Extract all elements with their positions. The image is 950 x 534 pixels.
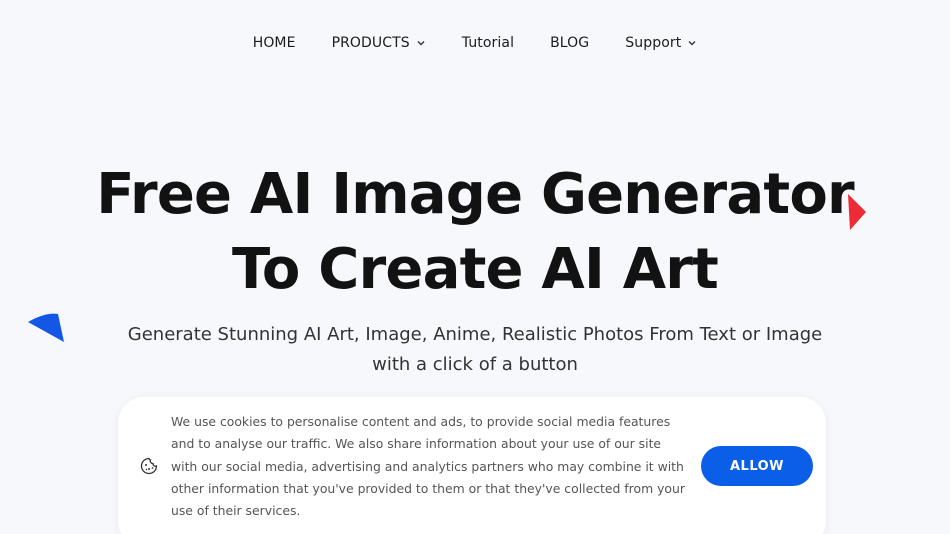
nav-item-label: Support: [625, 35, 682, 51]
nav-item-label: HOME: [252, 35, 296, 51]
chevron-down-icon: [417, 41, 425, 46]
chevron-down-icon: [688, 41, 696, 46]
nav-item-support[interactable]: Support: [625, 35, 697, 51]
cookie-consent-text: We use cookies to personalise content an…: [171, 414, 685, 519]
nav-item-tutorial[interactable]: Tutorial: [462, 35, 514, 51]
nav-item-label: PRODUCTS: [331, 35, 410, 51]
nav-item-home[interactable]: HOME: [253, 35, 296, 51]
cookie-banner: We use cookies to personalise content an…: [118, 397, 826, 534]
page: HOME PRODUCTS Tutorial BLOG Support Free…: [0, 0, 950, 534]
hero-subtitle-line2: with a click of a button: [372, 354, 578, 375]
nav-item-label: BLOG: [550, 35, 590, 51]
allow-cookies-button[interactable]: ALLOW: [701, 446, 813, 486]
nav-item-blog[interactable]: BLOG: [550, 35, 589, 51]
nav-item-label: Tutorial: [461, 35, 515, 51]
decorative-red-shape: [848, 194, 866, 230]
cookie-icon: [140, 457, 158, 475]
nav-item-products[interactable]: PRODUCTS: [332, 35, 426, 51]
hero-title-line2: To Create AI Art: [231, 237, 719, 302]
hero-title-line1: Free AI Image Generator: [96, 162, 854, 227]
hero-subtitle-line1: Generate Stunning AI Art, Image, Anime, …: [127, 324, 823, 345]
top-nav: HOME PRODUCTS Tutorial BLOG Support: [0, 0, 950, 86]
